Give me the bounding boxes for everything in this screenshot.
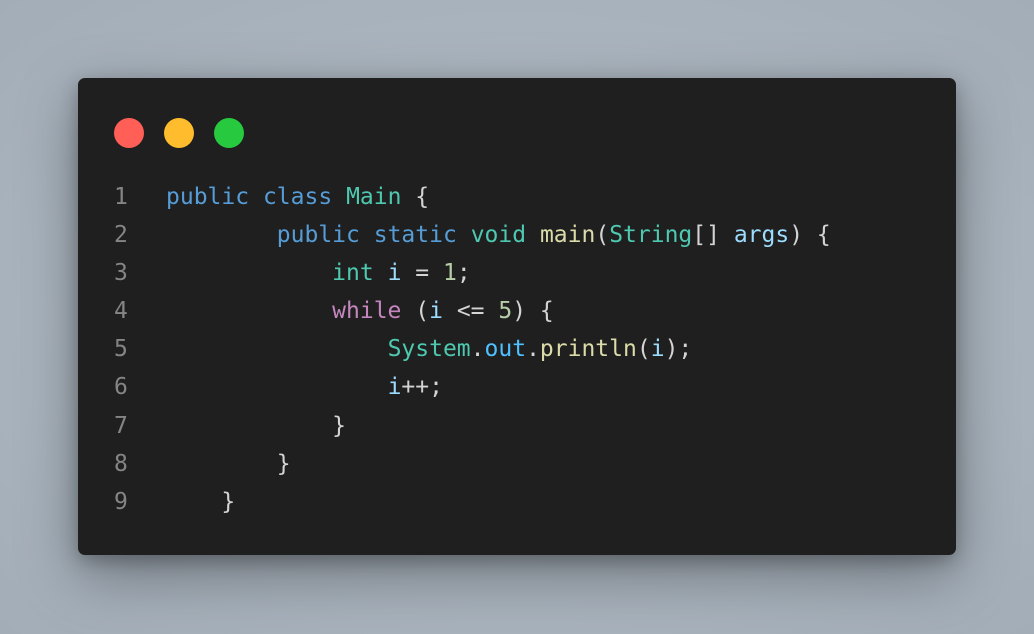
code-token: args	[733, 222, 790, 249]
code-token: 1	[442, 260, 457, 287]
code-token: static	[373, 222, 457, 249]
code-token: i	[387, 260, 402, 287]
code-token: i	[650, 336, 665, 363]
code-token: (	[636, 336, 651, 363]
code-line: 2 public static void main(String[] args)…	[78, 216, 956, 254]
line-number: 3	[114, 260, 128, 287]
code-token: .	[526, 336, 540, 363]
code-token: .	[470, 336, 485, 363]
line-number: 5	[114, 336, 128, 363]
code-text: }	[166, 445, 291, 483]
code-line: 4 while (i <= 5) {	[78, 292, 956, 330]
code-token: public	[276, 222, 360, 249]
code-token: }	[221, 488, 236, 515]
code-token: i	[429, 298, 443, 325]
code-token: <=	[442, 298, 499, 325]
line-number: 1	[114, 184, 128, 210]
line-number: 8	[114, 450, 128, 477]
code-window: 1 public class Main {2 public static void…	[78, 78, 956, 555]
code-line: 8 }	[78, 445, 956, 483]
code-token: (	[401, 298, 430, 325]
code-token: 5	[498, 298, 513, 325]
code-token: );	[664, 336, 693, 363]
code-token: ) {	[789, 222, 831, 249]
code-token: public	[166, 184, 250, 210]
code-text: }	[166, 407, 346, 445]
code-token: []	[692, 222, 734, 249]
maximize-dot-icon[interactable]	[214, 118, 244, 148]
code-line: 3 int i = 1;	[78, 254, 956, 292]
code-line: 5 System.out.println(i);	[78, 330, 956, 368]
code-token: void	[470, 222, 527, 249]
code-line: 9 }	[78, 483, 956, 521]
code-text: while (i <= 5) {	[166, 292, 554, 330]
line-number: 7	[114, 412, 128, 439]
code-block: 1 public class Main {2 public static void…	[78, 178, 956, 521]
code-text: i++;	[166, 368, 443, 406]
code-token: ++;	[401, 374, 443, 401]
code-line: 1 public class Main {	[78, 178, 956, 216]
code-token: println	[539, 336, 637, 363]
line-number: 2	[114, 222, 128, 249]
code-token: class	[262, 184, 333, 210]
code-token: {	[401, 184, 430, 210]
code-line: 7 }	[78, 407, 956, 445]
line-number: 9	[114, 488, 128, 515]
window-controls	[114, 118, 244, 148]
line-number: 6	[114, 374, 128, 401]
minimize-dot-icon[interactable]	[164, 118, 194, 148]
code-text: int i = 1;	[166, 254, 471, 292]
close-dot-icon[interactable]	[114, 118, 144, 148]
code-token: int	[332, 260, 374, 287]
code-token: (	[595, 222, 610, 249]
code-text: public static void main(String[] args) {	[166, 216, 831, 254]
code-token: while	[332, 298, 402, 325]
code-token: }	[276, 450, 291, 477]
code-token: System	[387, 336, 471, 363]
code-token: ) {	[512, 298, 554, 325]
code-text: public class Main {	[166, 178, 429, 216]
code-token: main	[539, 222, 596, 249]
code-token: out	[484, 336, 527, 363]
code-token: i	[387, 374, 402, 401]
code-token: =	[401, 260, 443, 287]
line-number: 4	[114, 298, 128, 325]
code-token: ;	[456, 260, 471, 287]
code-token: Main	[346, 184, 402, 210]
code-token: }	[332, 412, 347, 439]
code-line: 6 i++;	[78, 368, 956, 406]
code-text: }	[166, 483, 235, 521]
code-token: String	[609, 222, 693, 249]
code-text: System.out.println(i);	[166, 330, 693, 368]
